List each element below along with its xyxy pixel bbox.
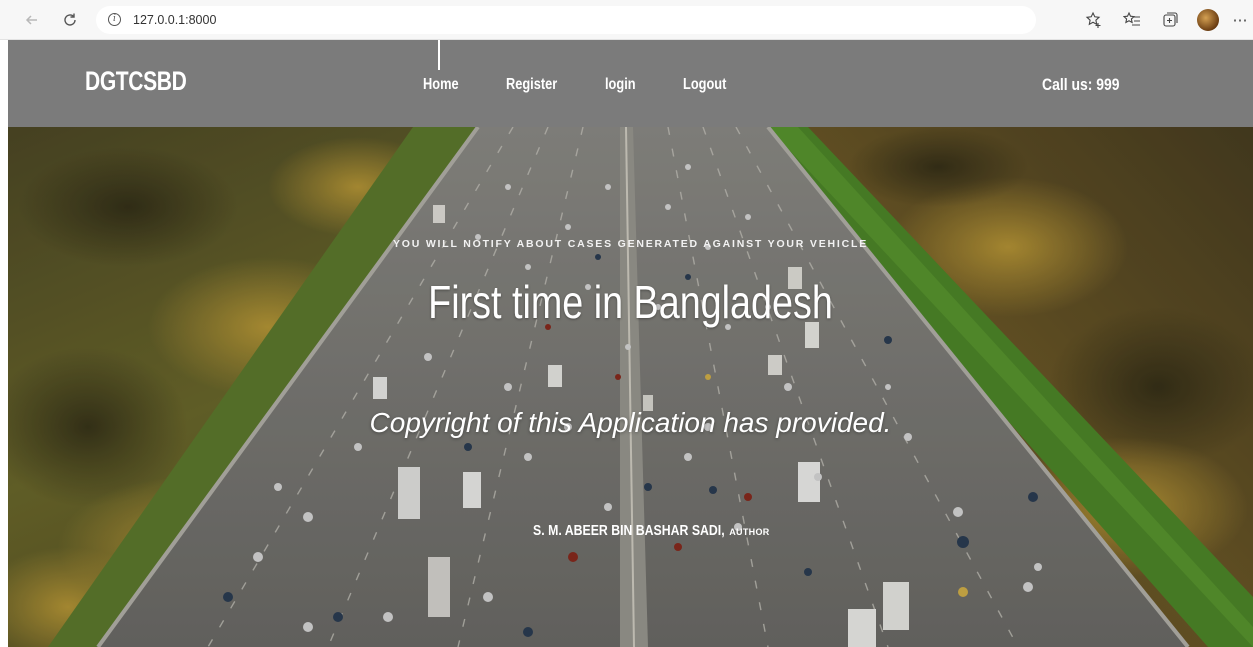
nav-login[interactable]: login [605,76,667,94]
site-header: DGTCSBD Home Register login Logout Call … [8,40,1253,127]
hero-subline: Copyright of this Application has provid… [369,407,892,438]
author-name: S. M. ABEER BIN BASHAR SADI, [533,522,726,539]
brand-logo[interactable]: DGTCSBD [85,66,187,97]
browser-toolbar: i 127.0.0.1:8000 ⋯ [0,0,1253,40]
more-menu-icon[interactable]: ⋯ [1227,4,1253,36]
author-credit: S. M. ABEER BIN BASHAR SADI, AUTHOR [8,522,1253,539]
profile-avatar-icon[interactable] [1189,4,1227,36]
hero-headline: First time in Bangladesh [428,276,833,328]
active-nav-indicator [438,40,440,70]
url-text: 127.0.0.1:8000 [133,12,217,27]
site-info-icon[interactable]: i [108,13,121,26]
reload-icon[interactable] [54,4,86,36]
collections-icon[interactable] [1151,4,1189,36]
add-favorite-icon[interactable] [1075,4,1113,36]
author-role: AUTHOR [729,527,770,537]
nav-home[interactable]: Home [423,76,489,94]
back-arrow-icon[interactable] [16,4,48,36]
favorites-icon[interactable] [1113,4,1151,36]
hero-banner: YOU WILL NOTIFY ABOUT CASES GENERATED AG… [8,127,1253,647]
hero-eyebrow: YOU WILL NOTIFY ABOUT CASES GENERATED AG… [392,238,869,250]
address-bar[interactable]: i 127.0.0.1:8000 [96,5,1036,34]
nav-logout[interactable]: Logout [683,76,739,94]
call-us-text: Call us: 999 [1042,75,1120,94]
main-nav: Home Register login Logout [423,76,753,94]
nav-register[interactable]: Register [506,76,585,94]
